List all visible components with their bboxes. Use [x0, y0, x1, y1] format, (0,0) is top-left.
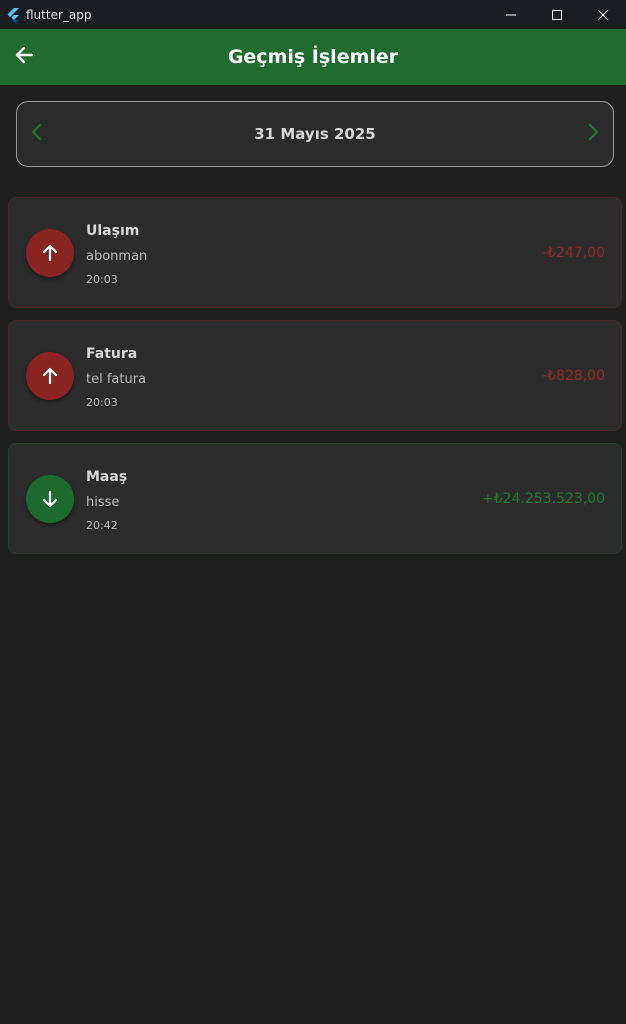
close-icon[interactable] — [580, 0, 626, 29]
transaction-description: tel fatura — [86, 372, 147, 387]
transaction-description: abonman — [86, 249, 148, 264]
transaction-time: 20:03 — [86, 396, 118, 409]
transaction-card[interactable]: Ulaşım abonman 20:03 -₺247,00 — [8, 197, 622, 308]
chevron-left-icon — [30, 122, 44, 146]
arrow-up-icon — [26, 352, 74, 400]
transaction-list: Ulaşım abonman 20:03 -₺247,00 Fatura tel… — [8, 197, 622, 566]
arrow-left-icon — [14, 45, 34, 69]
minimize-icon[interactable] — [488, 0, 534, 29]
transaction-category: Maaş — [86, 469, 128, 485]
flutter-logo-icon — [5, 7, 21, 23]
date-selector: 31 Mayıs 2025 — [16, 101, 614, 167]
transaction-card[interactable]: Maaş hisse 20:42 +₺24.253.523,00 — [8, 443, 622, 554]
transaction-category: Fatura — [86, 346, 138, 362]
transaction-amount: +₺24.253.523,00 — [481, 491, 605, 507]
transaction-card[interactable]: Fatura tel fatura 20:03 -₺828,00 — [8, 320, 622, 431]
transaction-amount: -₺828,00 — [542, 368, 605, 384]
back-button[interactable] — [10, 41, 38, 73]
page-title: Geçmiş İşlemler — [227, 46, 399, 68]
next-day-button[interactable] — [581, 122, 605, 146]
app-bar: Geçmiş İşlemler — [0, 29, 626, 85]
transaction-time: 20:03 — [86, 273, 118, 286]
chevron-right-icon — [586, 122, 600, 146]
transaction-time: 20:42 — [86, 519, 118, 532]
arrow-up-icon — [26, 229, 74, 277]
window-title: flutter_app — [26, 7, 92, 22]
transaction-category: Ulaşım — [86, 223, 140, 239]
transaction-description: hisse — [86, 495, 120, 510]
maximize-icon[interactable] — [534, 0, 580, 29]
transaction-amount: -₺247,00 — [542, 245, 605, 261]
selected-date[interactable]: 31 Mayıs 2025 — [254, 125, 376, 143]
window-titlebar: flutter_app — [0, 0, 626, 29]
window-controls — [488, 0, 626, 29]
arrow-down-icon — [26, 475, 74, 523]
previous-day-button[interactable] — [25, 122, 49, 146]
